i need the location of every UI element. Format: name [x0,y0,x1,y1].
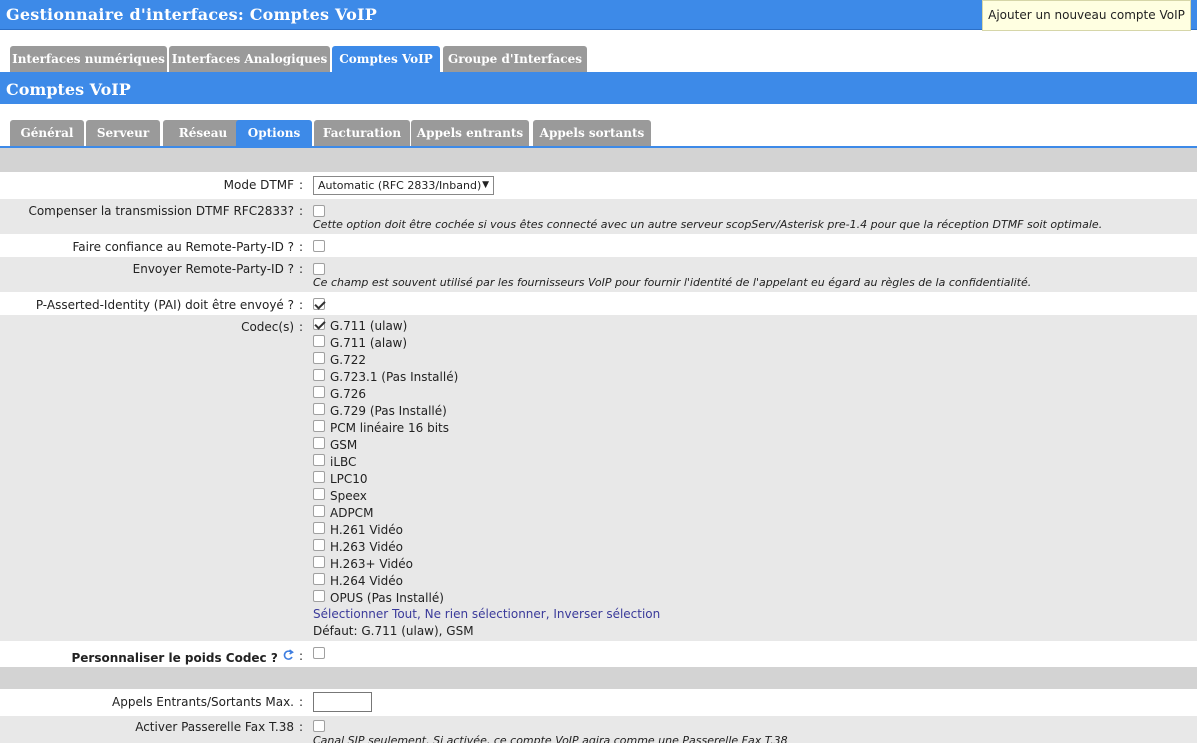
dtmf-select[interactable]: Automatic (RFC 2833/Inband) ▼ [313,176,494,195]
compensate-label: Compenser la transmission DTMF RFC2833? [28,204,294,218]
codec-label: GSM [330,438,358,452]
codec-weight-label: Personnaliser le poids Codec ? [71,649,294,665]
trust-rpid-row: Faire confiance au Remote-Party-ID ? : [0,235,1197,256]
codec-label: iLBC [330,455,357,469]
codec-label: PCM linéaire 16 bits [330,421,449,435]
pai-row: P-Asserted-Identity (PAI) doit être envo… [0,293,1197,314]
codec-label: G.711 (alaw) [330,336,408,350]
tab-server[interactable]: Serveur [86,120,160,147]
codec-checkbox[interactable] [313,471,325,483]
invert-selection-link[interactable]: Inverser sélection [553,607,660,621]
codec-label: H.261 Vidéo [330,523,403,537]
add-voip-account-button[interactable]: Ajouter un nouveau compte VoIP [982,0,1191,31]
codecs-label: Codec(s) [241,320,294,334]
codecs-row: Codec(s) : G.711 (ulaw) G.711 (alaw) G.722… [0,315,1197,641]
fax-label: Activer Passerelle Fax T.38 [135,720,294,734]
pai-label: P-Asserted-Identity (PAI) doit être envo… [35,298,294,312]
trust-rpid-label: Faire confiance au Remote-Party-ID ? [72,240,295,254]
codec-label: OPUS (Pas Installé) [330,591,444,605]
tab-incoming-calls[interactable]: Appels entrants [411,120,529,147]
tab-network[interactable]: Réseau [163,120,243,147]
send-rpid-row: Envoyer Remote-Party-ID ? : Ce champ est… [0,257,1197,292]
fax-hint: Canal SIP seulement. Si activée, ce comp… [313,734,788,743]
codec-selection-links: Sélectionner Tout, Ne rien sélectionner,… [313,607,661,621]
codec-label: H.264 Vidéo [330,574,403,588]
select-all-link[interactable]: Sélectionner Tout [313,607,417,621]
codec-label: G.722 [330,353,367,367]
codec-label: H.263+ Vidéo [330,557,414,571]
send-rpid-label: Envoyer Remote-Party-ID ? [132,262,294,276]
codec-checkbox[interactable] [313,403,325,415]
codec-label: G.711 (ulaw) [330,319,408,333]
chevron-down-icon: ▼ [482,180,489,190]
tab-general[interactable]: Général [10,120,84,147]
form-spacer [0,148,1197,172]
codec-checkbox[interactable] [313,420,325,432]
max-calls-input[interactable] [313,692,372,712]
fax-row: Activer Passerelle Fax T.38 : Canal SIP … [0,716,1197,743]
codec-checkbox[interactable] [313,369,325,381]
form-spacer-2 [0,667,1197,689]
fax-checkbox[interactable] [313,719,325,732]
tab-options[interactable]: Options [236,120,312,147]
tab-billing[interactable]: Facturation [314,120,410,147]
tab-digital-interfaces[interactable]: Interfaces numériques [10,46,167,73]
codec-label: G.723.1 (Pas Installé) [330,370,459,384]
codec-checkbox[interactable] [313,352,325,364]
trust-rpid-checkbox[interactable] [313,239,325,252]
codec-label: Speex [330,489,367,503]
refresh-icon[interactable] [282,649,294,661]
max-calls-label: Appels Entrants/Sortants Max. [112,695,294,709]
codec-checkbox[interactable] [313,335,325,347]
dtmf-row: Mode DTMF : Automatic (RFC 2833/Inband) … [0,173,1197,198]
codec-checkbox[interactable] [313,488,325,500]
codec-weight-checkbox[interactable] [313,646,325,659]
app-title: Gestionnaire d'interfaces: Comptes VoIP [6,5,377,24]
codec-checkbox[interactable] [313,505,325,517]
codec-checkbox[interactable] [313,590,325,602]
send-rpid-checkbox[interactable] [313,262,325,275]
codec-label: H.263 Vidéo [330,540,403,554]
codec-label: LPC10 [330,472,368,486]
tab-outgoing-calls[interactable]: Appels sortants [533,120,651,147]
section-header: Comptes VoIP [0,74,1197,104]
compensate-hint: Cette option doit être cochée si vous êt… [313,218,1103,231]
section-title: Comptes VoIP [6,80,131,99]
dtmf-label: Mode DTMF [223,178,294,192]
codec-checkbox[interactable] [313,437,325,449]
codec-checkbox[interactable] [313,573,325,585]
compensate-checkbox[interactable] [313,204,325,217]
codec-checkbox[interactable] [313,522,325,534]
compensate-row: Compenser la transmission DTMF RFC2833? … [0,199,1197,234]
codec-checkbox[interactable] [313,556,325,568]
codec-checkbox[interactable] [313,454,325,466]
max-calls-row: Appels Entrants/Sortants Max. : [0,689,1197,715]
tab-analog-interfaces[interactable]: Interfaces Analogiques [169,46,330,73]
codec-checkbox[interactable] [313,386,325,398]
codec-label: ADPCM [330,506,374,520]
codec-label: G.729 (Pas Installé) [330,404,447,418]
tab-voip-accounts[interactable]: Comptes VoIP [332,46,440,73]
codec-checkbox[interactable] [313,539,325,551]
codec-label: G.726 [330,387,367,401]
codec-checkbox[interactable] [313,318,325,330]
send-rpid-hint: Ce champ est souvent utilisé par les fou… [313,276,1032,289]
codec-weight-row: Personnaliser le poids Codec ? : [0,642,1197,666]
select-none-link[interactable]: Ne rien sélectionner [425,607,546,621]
tab-interface-groups[interactable]: Groupe d'Interfaces [443,46,587,73]
codecs-default: Défaut: G.711 (ulaw), GSM [313,624,474,638]
pai-checkbox[interactable] [313,297,325,310]
